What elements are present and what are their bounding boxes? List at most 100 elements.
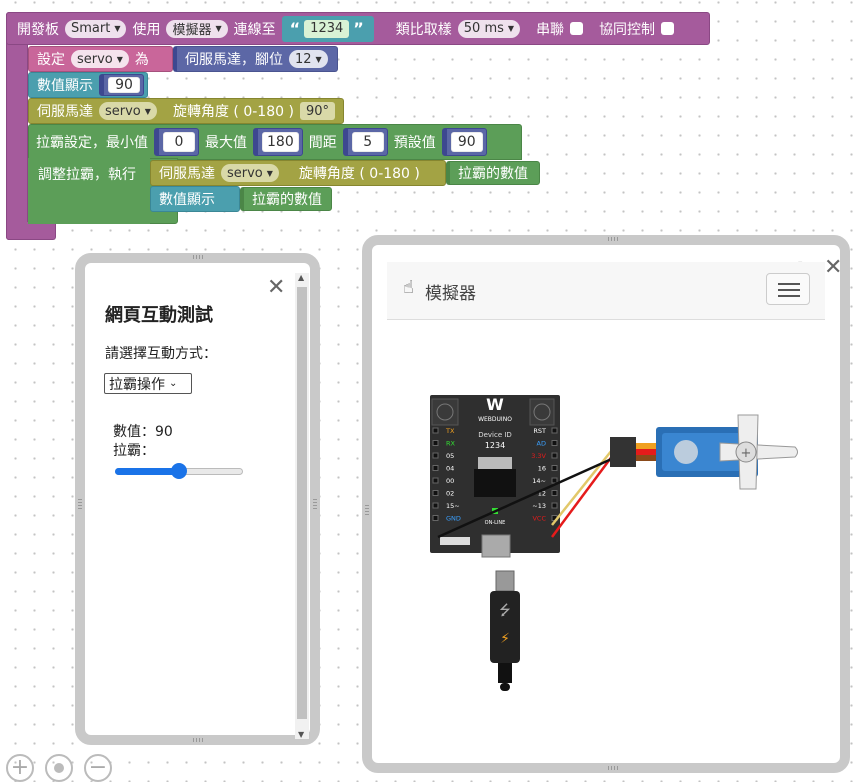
slider-value-block[interactable]: 拉霸的數值 [446, 161, 540, 185]
servo-pin-label: 伺服馬達，腳位 [185, 52, 283, 68]
pin-header [551, 427, 558, 434]
slider-set-label: 拉霸設定，最小值 [36, 135, 148, 151]
servo-rotate-block[interactable]: 伺服馬達 servo ▼ 旋轉角度 ( 0-180 ) 90° [28, 98, 344, 124]
min-number-block[interactable]: 0 [154, 128, 199, 156]
zoom-in-icon[interactable]: + [6, 754, 34, 782]
pin-select[interactable]: 12 ▼ [289, 50, 328, 68]
servo-label: 伺服馬達 [37, 104, 93, 120]
rotate-label: 旋轉角度 ( 0-180 ) [172, 104, 294, 120]
resize-grip-bottom[interactable] [608, 766, 618, 770]
pin-label: RST [533, 427, 546, 435]
board-select[interactable]: Smart ▼ [65, 19, 127, 38]
resize-grip-top[interactable] [608, 237, 618, 241]
pin-label: 16 [538, 465, 546, 473]
resize-grip-bottom[interactable] [193, 738, 203, 742]
hamburger-menu-icon[interactable] [766, 273, 810, 305]
serial-checkbox[interactable] [570, 22, 584, 35]
step-value-field[interactable]: 5 [351, 132, 384, 152]
simulator-title: 模擬器 [425, 284, 476, 304]
pin-label: 14~ [532, 477, 546, 485]
display-value-block[interactable]: 數值顯示 90 [28, 72, 148, 98]
servo-pin-block[interactable]: 伺服馬達，腳位 12 ▼ [173, 46, 338, 72]
step-number-block[interactable]: 5 [342, 128, 388, 156]
scroll-up-icon[interactable]: ▲ [298, 273, 304, 282]
interaction-prompt: 請選擇互動方式： [105, 346, 217, 362]
test-title: 網頁互動測試 [105, 305, 213, 326]
pin-header [432, 502, 439, 509]
resize-grip-right[interactable] [313, 499, 317, 509]
pin-header [551, 502, 558, 509]
max-number-block[interactable]: 180 [253, 128, 303, 156]
board-connect-block[interactable]: 開發板 Smart ▼ 使用 模擬器 ▼ 連線至 “ 1234 ” 類比取樣 50 … [6, 12, 710, 45]
display-number-field[interactable]: 90 [108, 77, 140, 93]
chevron-down-icon: ⌄ [169, 378, 178, 389]
test-panel: ✕ 網頁互動測試 請選擇互動方式： 拉霸操作 ⌄ 數值：90 拉霸： ▲ ▼ [75, 253, 320, 745]
inner-display-block[interactable]: 數值顯示 [150, 186, 240, 212]
inner-slider-value-block[interactable]: 拉霸的數值 [240, 187, 332, 211]
zoom-reset-icon[interactable] [45, 754, 73, 782]
close-icon[interactable]: ✕ [267, 277, 285, 299]
svg-text:⭍: ⭍ [499, 603, 511, 619]
sample-select[interactable]: 50 ms ▼ [457, 19, 521, 38]
pin-label: 02 [446, 490, 454, 498]
default-value-field[interactable]: 90 [450, 132, 483, 152]
resize-grip-left[interactable] [78, 499, 82, 509]
set-label: 設定 [37, 52, 65, 68]
pin-label: 3.3V [531, 452, 546, 460]
pin-label: AD [537, 440, 546, 448]
max-label: 最大值 [205, 135, 247, 151]
online-label: ON-LINE [485, 520, 506, 526]
svg-text:W: W [486, 395, 504, 414]
pin-header [551, 440, 558, 446]
simulator-header: ☝ 模擬器 [387, 262, 825, 320]
caret-down-icon: ▼ [114, 24, 121, 33]
value-slider[interactable] [115, 463, 243, 479]
pin-header [551, 465, 558, 471]
angle-field[interactable]: 90° [299, 102, 335, 120]
scrollbar[interactable]: ▲ ▼ [295, 273, 309, 739]
servo-select[interactable]: servo ▼ [99, 102, 157, 120]
min-value-field[interactable]: 0 [163, 132, 195, 152]
pin-label: 15~ [446, 502, 460, 510]
resize-grip-top[interactable] [193, 255, 203, 259]
display-number-block[interactable]: 90 [99, 74, 144, 96]
caret-down-icon: ▼ [215, 24, 222, 33]
scroll-down-icon[interactable]: ▼ [298, 730, 304, 739]
max-value-field[interactable]: 180 [262, 132, 299, 152]
scrollbar-thumb[interactable] [297, 287, 307, 719]
slider-thumb[interactable] [171, 463, 187, 479]
default-number-block[interactable]: 90 [441, 128, 487, 156]
board-device-id: 1234 [485, 441, 505, 450]
inner-servo-select[interactable]: servo ▼ [221, 164, 279, 182]
hand-pointer-icon: ☝ [403, 277, 414, 298]
interaction-select[interactable]: 拉霸操作 ⌄ [104, 373, 192, 394]
board-block-body[interactable] [6, 12, 28, 240]
inner-slider-value-label: 拉霸的數值 [252, 192, 322, 208]
set-variable-block[interactable]: 設定 servo ▼ 為 [28, 46, 173, 72]
coop-label: 協同控制 [599, 21, 656, 38]
pin-header [432, 452, 439, 459]
close-icon[interactable]: ✕ [824, 257, 842, 279]
zoom-out-icon[interactable]: − [84, 754, 112, 782]
pin-header [432, 440, 439, 446]
device-id-block[interactable]: “ 1234 ” [281, 15, 374, 42]
caret-down-icon: ▼ [144, 106, 151, 116]
pin-label: ~13 [532, 502, 546, 510]
variable-select[interactable]: servo ▼ [71, 50, 129, 68]
pin-label: 00 [446, 477, 454, 485]
board-device-id-label: Device ID [478, 431, 512, 439]
open-quote-icon: “ [289, 19, 301, 38]
pin-label: GND [446, 515, 461, 523]
coop-checkbox[interactable] [661, 22, 675, 35]
servo-connector [610, 437, 662, 467]
pin-header [551, 452, 558, 459]
device-id-field[interactable]: 1234 [304, 19, 350, 38]
pin-header [432, 465, 439, 471]
mode-select[interactable]: 模擬器 ▼ [166, 19, 228, 38]
inner-servo-rotate-block[interactable]: 伺服馬達 servo ▼ 旋轉角度 ( 0-180 ) [150, 160, 446, 186]
svg-text:⚡: ⚡ [500, 631, 510, 647]
caret-down-icon: ▼ [315, 54, 322, 64]
caret-down-icon: ▼ [507, 24, 515, 33]
servo-motor[interactable]: + [656, 414, 798, 490]
resize-grip-left[interactable] [365, 505, 369, 515]
